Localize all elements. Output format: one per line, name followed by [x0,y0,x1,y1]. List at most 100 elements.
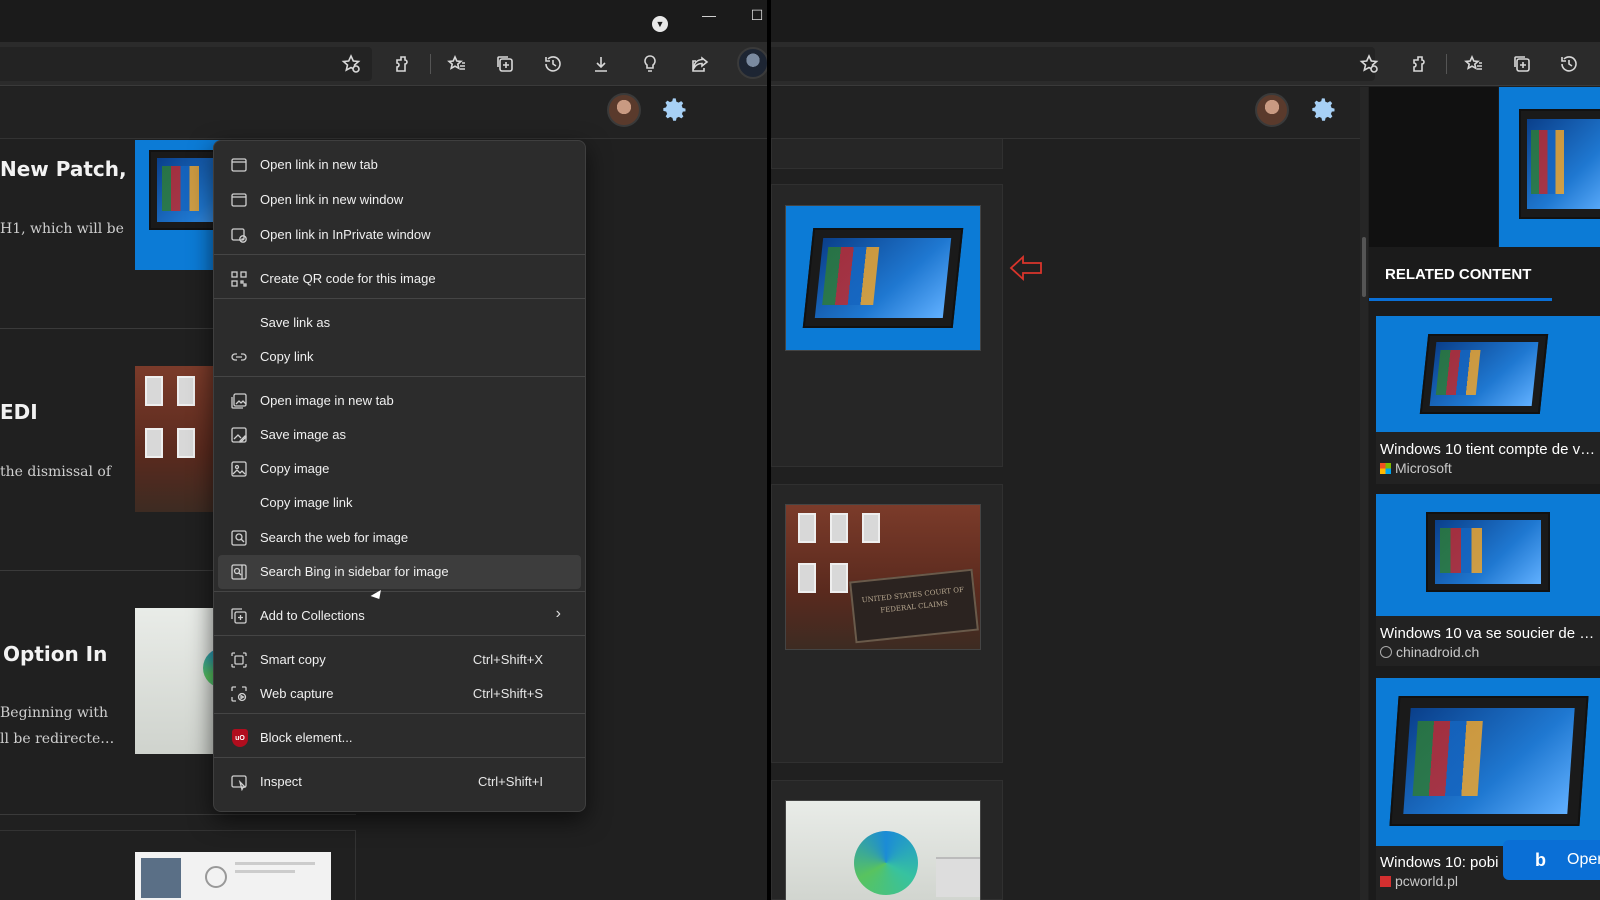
collections-icon[interactable] [1509,51,1535,77]
article-thumbnail[interactable] [785,205,981,351]
article-thumbnail[interactable] [135,366,225,512]
lightbulb-icon[interactable] [637,51,663,77]
open-in-bing-button[interactable]: b Oper [1503,840,1600,880]
menu-item-label: Save link as [260,315,331,330]
menu-item-block-element[interactable]: uO Block element... [218,721,581,755]
favorites-icon[interactable] [444,51,470,77]
menu-item-search-bing-sidebar[interactable]: Search Bing in sidebar for image [218,555,581,589]
related-card[interactable]: Windows 10 va se soucier de … chinadroid… [1376,494,1600,666]
article-title[interactable]: New Patch, [0,157,127,181]
menu-item-label: Copy link [260,349,314,364]
context-menu: Open link in new tab Open link in new wi… [213,140,586,812]
menu-item-search-web-for-image[interactable]: Search the web for image [218,521,581,555]
new-tab-icon [230,156,248,174]
image-save-icon [230,426,248,444]
site-header [771,87,1360,139]
menu-item-save-image-as[interactable]: Save image as [218,418,581,452]
add-favorite-icon[interactable] [338,51,364,77]
minimize-button[interactable]: — [694,2,724,28]
related-card-source: chinadroid.ch [1380,644,1479,660]
related-content-underline [1369,298,1552,301]
history-icon[interactable] [1556,51,1582,77]
related-card-image [1376,678,1600,846]
menu-separator [214,298,585,299]
article-excerpt: H1, which will be [0,221,124,237]
user-avatar[interactable] [1255,93,1289,127]
related-card-source: Microsoft [1380,460,1452,476]
downloads-icon[interactable] [588,51,614,77]
red-arrow-annotation-icon [1009,254,1042,282]
menu-item-inspect[interactable]: Inspect Ctrl+Shift+I [218,765,581,799]
article-thumbnail[interactable] [785,800,981,900]
related-card[interactable]: Windows 10 tient compte de v… Microsoft [1376,316,1600,484]
menu-item-web-capture[interactable]: Web capture Ctrl+Shift+S [218,677,581,711]
settings-gear-icon[interactable] [660,95,690,125]
menu-item-label: Open link in new window [260,192,404,207]
menu-item-open-image-new-tab[interactable]: Open image in new tab [218,384,581,418]
court-plaque: UNITED STATES COURT OF FEDERAL CLAIMS [849,568,979,644]
user-avatar[interactable] [607,93,641,127]
article-title[interactable]: EDI [0,400,38,424]
article-title[interactable]: Option In [3,642,107,666]
favorites-icon[interactable] [1461,51,1487,77]
share-icon[interactable] [687,51,713,77]
image-tab-icon [230,392,248,410]
maximize-button[interactable]: ☐ [742,2,767,28]
collections-icon[interactable] [492,51,518,77]
menu-item-label: Web capture [260,686,334,701]
globe-icon [1380,646,1392,658]
menu-item-label: Open image in new tab [260,393,394,408]
extensions-icon[interactable] [391,51,417,77]
related-card-image [1376,494,1600,616]
menu-item-open-link-new-tab[interactable]: Open link in new tab [218,148,581,182]
menu-item-label: Copy image [260,461,330,476]
tab-actions-dropdown-icon[interactable]: ▼ [652,16,668,32]
article-divider [0,814,356,815]
menu-item-open-link-new-window[interactable]: Open link in new window [218,183,581,217]
menu-item-copy-image-link[interactable]: Copy image link [218,486,581,520]
related-content-heading: RELATED CONTENT [1385,266,1532,283]
address-bar[interactable] [0,47,372,81]
sidebar-search-icon [230,563,248,581]
menu-item-smart-copy[interactable]: Smart copy Ctrl+Shift+X [218,643,581,677]
menu-item-add-to-collections[interactable]: Add to Collections › [218,599,581,633]
article-card [0,830,356,900]
history-icon[interactable] [540,51,566,77]
menu-item-create-qr-code[interactable]: Create QR code for this image [218,262,581,296]
sidebar-preview-image[interactable] [1499,87,1600,247]
menu-separator [214,713,585,714]
menu-item-label: Save image as [260,427,346,442]
menu-item-label: Add to Collections [260,608,365,623]
article-card: UNITED STATES COURT OF FEDERAL CLAIMS [771,484,1003,763]
menu-item-copy-link[interactable]: Copy link [218,340,581,374]
page-scrollbar[interactable] [1360,87,1368,900]
settings-gear-icon[interactable] [1309,95,1339,125]
article-thumbnail[interactable] [135,608,225,754]
web-capture-icon [230,685,248,703]
menu-separator [214,254,585,255]
add-favorite-icon[interactable] [1356,51,1382,77]
article-card [771,780,1003,900]
related-card-source: pcworld.pl [1380,873,1458,889]
article-thumbnail[interactable] [135,140,225,270]
related-card-title: Windows 10 tient compte de v… [1380,441,1596,458]
menu-item-shortcut: Ctrl+Shift+I [477,774,543,789]
menu-item-label: Inspect [260,774,302,789]
menu-item-save-link-as[interactable]: Save link as [218,306,581,340]
open-button-label: Oper [1567,851,1600,868]
inprivate-icon [230,226,248,244]
article-excerpt: ll be redirecte… [0,731,115,747]
article-thumbnail[interactable]: UNITED STATES COURT OF FEDERAL CLAIMS [785,504,981,650]
extensions-icon[interactable] [1408,51,1434,77]
ublock-icon: uO [232,729,248,747]
menu-separator [214,757,585,758]
menu-item-label: Create QR code for this image [260,271,436,286]
title-bar [771,0,1600,42]
menu-item-copy-image[interactable]: Copy image [218,452,581,486]
menu-item-open-link-inprivate[interactable]: Open link in InPrivate window [218,218,581,252]
article-excerpt: Beginning with [0,705,109,721]
address-bar[interactable] [771,47,1375,81]
profile-avatar[interactable] [737,47,767,79]
left-browser-window: ▼ — ☐ New Patch, H1, which will be EDI t… [0,0,767,900]
article-excerpt: the dismissal of [0,464,112,480]
